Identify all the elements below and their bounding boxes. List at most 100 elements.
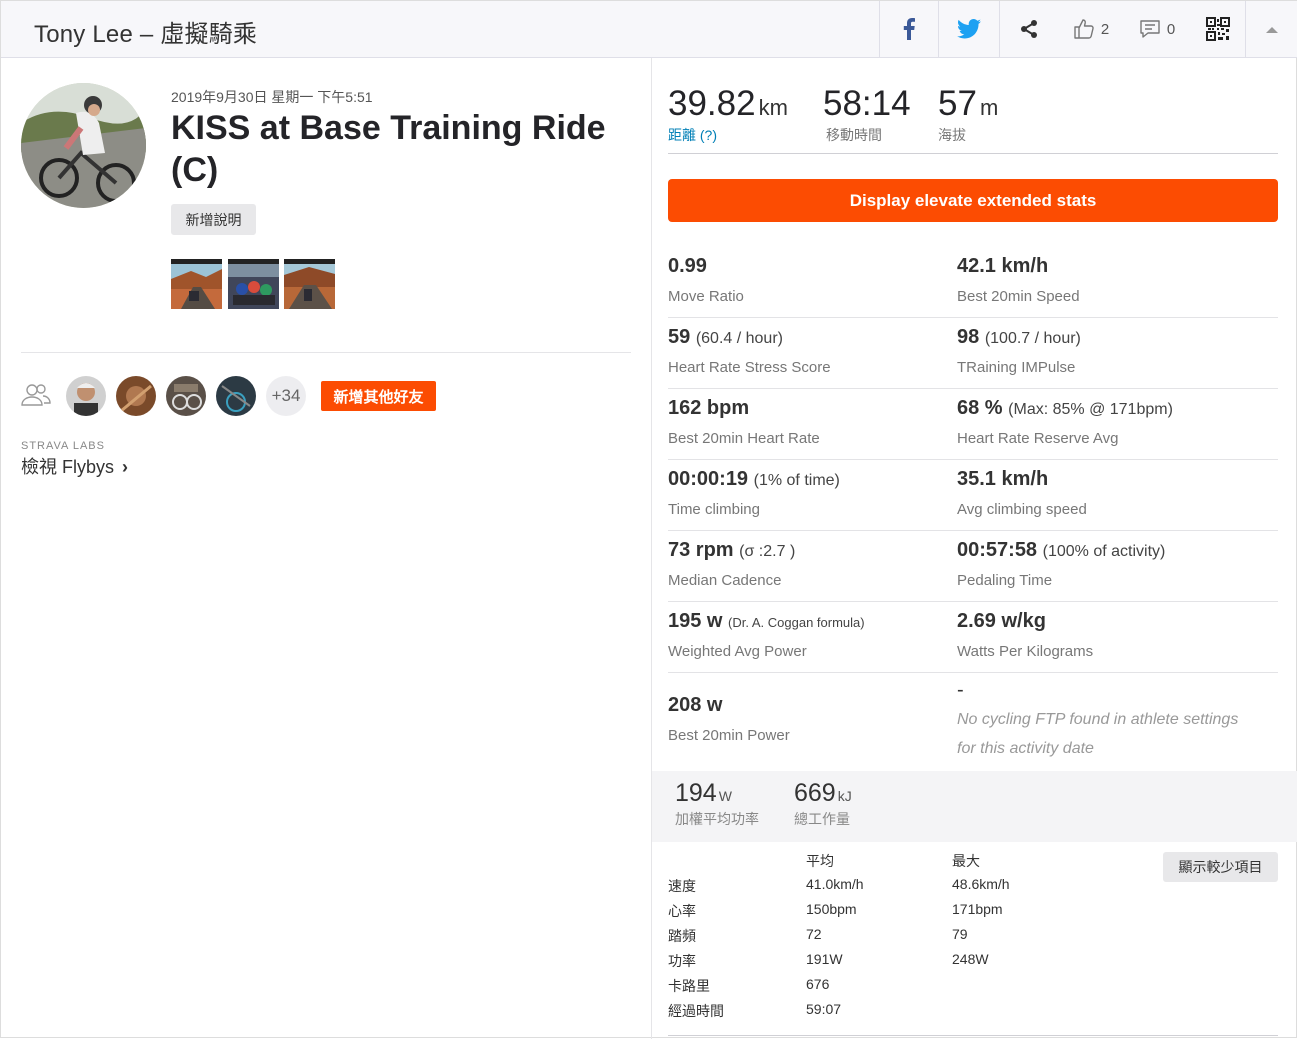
stat-extra: (100.7 / hour) [984,330,1081,347]
stat-value: 669 [794,779,836,807]
friend-avatar[interactable] [166,376,206,416]
best-20min-hr-stat: 162 bpm Best 20min Heart Rate [668,397,820,447]
photo-thumbnail[interactable] [284,259,335,309]
stat-label: Weighted Avg Power [668,643,807,660]
stat-value: 2.69 w/kg [957,610,1046,632]
avg-cell: 150bpm [806,901,857,917]
stat-value: 162 bpm [668,397,750,419]
table-row: 功率 191W 248W [668,951,1278,976]
friend-photo [66,376,106,416]
kudos-count: 2 [1100,20,1110,38]
add-friends-button[interactable]: 新增其他好友 [321,381,436,411]
watts-per-kg-stat: 2.69 w/kg Watts Per Kilograms [957,610,1093,660]
avg-cell: 59:07 [806,1001,842,1017]
thumbs-up-icon [1074,19,1094,39]
stat-value: - [957,679,964,701]
friend-photo [166,376,206,416]
time-climbing-stat: 00:00:19 (1% of time) Time climbing [668,468,840,518]
twitter-share-button[interactable] [938,1,999,57]
photo-thumbnail[interactable] [228,259,279,309]
facebook-share-button[interactable] [879,1,938,57]
elevation-stat: 57 m 海拔 [938,84,998,145]
table-row: 心率 150bpm 171bpm [668,901,1278,926]
best-20min-power-stat: 208 w Best 20min Power [668,694,790,744]
row-label: 經過時間 [668,1003,724,1019]
twitter-icon [957,19,981,39]
hr-reserve-stat: 68 % (Max: 85% @ 171bpm) Heart Rate Rese… [957,397,1173,447]
elevate-extended-stats-button[interactable]: Display elevate extended stats [668,179,1278,222]
more-friends-count[interactable]: +34 [266,376,306,416]
distance-help-link[interactable]: 距離 (?) [668,125,788,145]
avg-cell: 72 [806,926,822,942]
athlete-avatar[interactable] [21,83,146,208]
ftp-stat: - No cycling FTP found in athlete settin… [957,679,1257,763]
stat-label: 總工作量 [794,811,850,827]
friend-avatar[interactable] [116,376,156,416]
row-label: 卡路里 [668,978,710,994]
stat-value: 00:57:58 [957,539,1038,561]
row-label: 速度 [668,878,696,894]
left-divider [21,352,631,353]
view-flybys-link[interactable]: 檢視 Flybys › [21,453,128,479]
stat-label: Median Cadence [668,572,782,589]
share-button[interactable] [999,1,1058,57]
stat-label: Time climbing [668,501,760,518]
stat-value: 194 [675,779,717,807]
activity-title: KISS at Base Training Ride (C) [171,109,606,189]
stat-label: Best 20min Speed [957,288,1080,305]
collapse-header-button[interactable] [1245,1,1297,57]
best-20min-speed-stat: 42.1 km/h Best 20min Speed [957,255,1080,305]
table-row: 踏頻 72 79 [668,926,1278,951]
stat-label: Watts Per Kilograms [957,643,1094,660]
avg-cell: 41.0km/h [806,876,864,892]
friend-photo [116,376,156,416]
ftp-missing-note: No cycling FTP found in athlete settings… [957,711,1239,757]
activity-page: Tony Lee – 虛擬騎乘 2 0 2019年9月30日 星期一 下午5:5… [0,0,1297,1039]
table-row: 經過時間 59:07 [668,1001,1278,1026]
friend-avatar[interactable] [66,376,106,416]
friend-avatar[interactable] [216,376,256,416]
stat-value: 68 % [957,397,1003,419]
comment-icon [1140,20,1160,38]
stat-value: 195 w [668,610,723,632]
qr-code-button[interactable] [1190,1,1245,57]
stat-extra: (1% of time) [753,472,840,489]
table-row: 卡路里 676 [668,976,1278,1001]
stat-value: 00:00:19 [668,468,749,490]
flybys-label: 檢視 Flybys [21,457,115,477]
friend-photo [216,376,256,416]
stat-label: 海拔 [938,127,966,143]
show-fewer-items-button[interactable]: 顯示較少項目 [1163,852,1278,882]
kudos-button[interactable]: 2 [1058,1,1124,57]
comments-button[interactable]: 0 [1124,1,1190,57]
extended-stats-row: 73 rpm (σ :2.7 ) Median Cadence 00:57:58… [668,531,1278,602]
extended-stats-row: 162 bpm Best 20min Heart Rate 68 % (Max:… [668,389,1278,460]
qr-code-icon [1205,17,1230,41]
hrss-stat: 59 (60.4 / hour) Heart Rate Stress Score [668,326,831,376]
weighted-avg-power-stat: 195 w (Dr. A. Coggan formula) Weighted A… [668,610,865,660]
stat-extra: (Dr. A. Coggan formula) [728,615,865,630]
zwift-screenshot-image [171,259,222,309]
stat-label: Heart Rate Reserve Avg [957,430,1119,447]
total-work-summary: 669 kJ 總工作量 [794,779,852,829]
stat-value: 59 [668,326,691,348]
stat-extra: (σ :2.7 ) [739,543,796,560]
stat-label: Heart Rate Stress Score [668,359,831,376]
stat-label: TRaining IMPulse [957,359,1076,376]
add-description-button[interactable]: 新增說明 [171,204,256,235]
stat-unit: km [758,95,788,120]
stat-value: 35.1 km/h [957,468,1049,490]
row-label: 功率 [668,953,696,969]
max-cell: 248W [952,951,989,967]
stat-label: Best 20min Power [668,727,790,744]
facebook-icon [903,18,915,40]
stat-extra: (Max: 85% @ 171bpm) [1008,401,1173,418]
column-header-avg: 平均 [806,853,834,869]
power-summary: 194 W 加權平均功率 669 kJ 總工作量 [652,771,1297,842]
activity-header: Tony Lee – 虛擬騎乘 2 0 [1,1,1297,58]
strava-labs-label: STRAVA LABS [21,440,105,452]
stat-value: 98 [957,326,980,348]
activity-date: 2019年9月30日 星期一 下午5:51 [171,89,373,105]
photo-thumbnail[interactable] [171,259,222,309]
athlete-photo [21,83,146,208]
